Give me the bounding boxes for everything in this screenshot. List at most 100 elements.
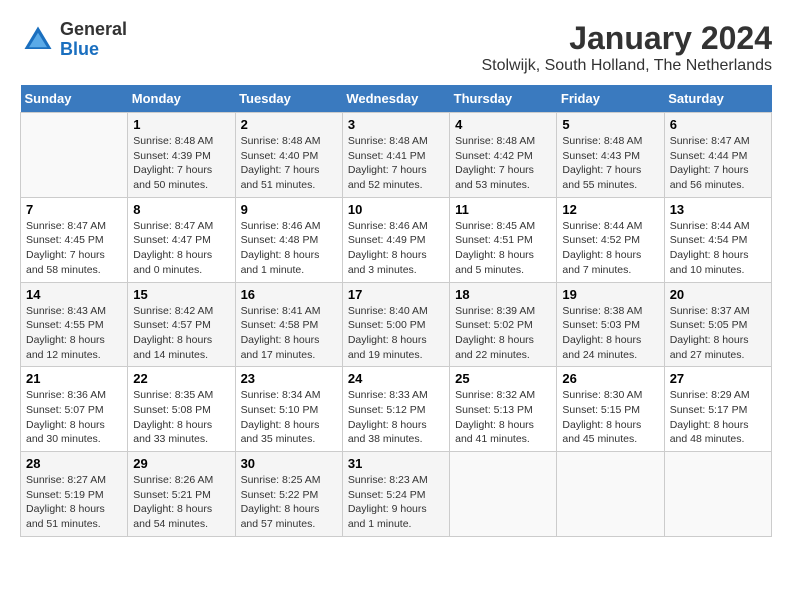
day-info: Sunrise: 8:48 AM Sunset: 4:42 PM Dayligh… <box>455 134 551 193</box>
day-number: 18 <box>455 287 551 302</box>
day-info: Sunrise: 8:25 AM Sunset: 5:22 PM Dayligh… <box>241 473 337 532</box>
day-info: Sunrise: 8:35 AM Sunset: 5:08 PM Dayligh… <box>133 388 229 447</box>
day-info: Sunrise: 8:33 AM Sunset: 5:12 PM Dayligh… <box>348 388 444 447</box>
cell-w5-d4: 31Sunrise: 8:23 AM Sunset: 5:24 PM Dayli… <box>342 452 449 537</box>
logo-icon <box>20 22 56 58</box>
day-number: 24 <box>348 371 444 386</box>
day-number: 29 <box>133 456 229 471</box>
cell-w1-d5: 4 Sunrise: 8:48 AM Sunset: 4:42 PM Daylig… <box>450 113 557 198</box>
day-number: 20 <box>670 287 766 302</box>
cell-w2-d2: 8 Sunrise: 8:47 AM Sunset: 4:47 PM Daylig… <box>128 197 235 282</box>
header-thursday: Thursday <box>450 85 557 113</box>
cell-w4-d7: 27 Sunrise: 8:29 AM Sunset: 5:17 PM Dayli… <box>664 367 771 452</box>
day-info: Sunrise: 8:41 AM Sunset: 4:58 PM Dayligh… <box>241 304 337 363</box>
day-number: 13 <box>670 202 766 217</box>
header-wednesday: Wednesday <box>342 85 449 113</box>
cell-w5-d3: 30 Sunrise: 8:25 AM Sunset: 5:22 PM Dayli… <box>235 452 342 537</box>
logo-blue-text: Blue <box>60 40 127 60</box>
day-info: Sunrise: 8:44 AM Sunset: 4:54 PM Dayligh… <box>670 219 766 278</box>
cell-w5-d5 <box>450 452 557 537</box>
cell-w2-d3: 9Sunrise: 8:46 AM Sunset: 4:48 PM Daylig… <box>235 197 342 282</box>
cell-w4-d4: 24 Sunrise: 8:33 AM Sunset: 5:12 PM Dayli… <box>342 367 449 452</box>
day-number: 26 <box>562 371 658 386</box>
cell-w1-d2: 1Sunrise: 8:48 AM Sunset: 4:39 PM Daylig… <box>128 113 235 198</box>
day-info: Sunrise: 8:47 AM Sunset: 4:44 PM Dayligh… <box>670 134 766 193</box>
day-info: Sunrise: 8:42 AM Sunset: 4:57 PM Dayligh… <box>133 304 229 363</box>
cell-w2-d5: 11Sunrise: 8:45 AM Sunset: 4:51 PM Dayli… <box>450 197 557 282</box>
day-info: Sunrise: 8:47 AM Sunset: 4:47 PM Dayligh… <box>133 219 229 278</box>
day-info: Sunrise: 8:34 AM Sunset: 5:10 PM Dayligh… <box>241 388 337 447</box>
day-number: 11 <box>455 202 551 217</box>
cell-w3-d2: 15 Sunrise: 8:42 AM Sunset: 4:57 PM Dayli… <box>128 282 235 367</box>
cell-w3-d4: 17 Sunrise: 8:40 AM Sunset: 5:00 PM Dayli… <box>342 282 449 367</box>
day-number: 12 <box>562 202 658 217</box>
day-number: 5 <box>562 117 658 132</box>
week-row-3: 14 Sunrise: 8:43 AM Sunset: 4:55 PM Dayli… <box>21 282 772 367</box>
day-info: Sunrise: 8:48 AM Sunset: 4:43 PM Dayligh… <box>562 134 658 193</box>
cell-w5-d1: 28Sunrise: 8:27 AM Sunset: 5:19 PM Dayli… <box>21 452 128 537</box>
cell-w2-d6: 12Sunrise: 8:44 AM Sunset: 4:52 PM Dayli… <box>557 197 664 282</box>
day-number: 23 <box>241 371 337 386</box>
cell-w5-d6 <box>557 452 664 537</box>
cell-w1-d3: 2Sunrise: 8:48 AM Sunset: 4:40 PM Daylig… <box>235 113 342 198</box>
day-info: Sunrise: 8:27 AM Sunset: 5:19 PM Dayligh… <box>26 473 122 532</box>
cell-w3-d3: 16 Sunrise: 8:41 AM Sunset: 4:58 PM Dayli… <box>235 282 342 367</box>
day-info: Sunrise: 8:29 AM Sunset: 5:17 PM Dayligh… <box>670 388 766 447</box>
calendar-body: 1Sunrise: 8:48 AM Sunset: 4:39 PM Daylig… <box>21 113 772 537</box>
day-info: Sunrise: 8:46 AM Sunset: 4:48 PM Dayligh… <box>241 219 337 278</box>
page-header: General Blue January 2024 Stolwijk, Sout… <box>20 20 772 75</box>
cell-w2-d4: 10 Sunrise: 8:46 AM Sunset: 4:49 PM Dayli… <box>342 197 449 282</box>
cell-w1-d1 <box>21 113 128 198</box>
header-monday: Monday <box>128 85 235 113</box>
day-info: Sunrise: 8:48 AM Sunset: 4:40 PM Dayligh… <box>241 134 337 193</box>
calendar-header: SundayMondayTuesdayWednesdayThursdayFrid… <box>21 85 772 113</box>
week-row-4: 21Sunrise: 8:36 AM Sunset: 5:07 PM Dayli… <box>21 367 772 452</box>
header-saturday: Saturday <box>664 85 771 113</box>
day-number: 17 <box>348 287 444 302</box>
cell-w1-d7: 6 Sunrise: 8:47 AM Sunset: 4:44 PM Daylig… <box>664 113 771 198</box>
day-info: Sunrise: 8:39 AM Sunset: 5:02 PM Dayligh… <box>455 304 551 363</box>
header-tuesday: Tuesday <box>235 85 342 113</box>
cell-w3-d7: 20 Sunrise: 8:37 AM Sunset: 5:05 PM Dayli… <box>664 282 771 367</box>
day-info: Sunrise: 8:26 AM Sunset: 5:21 PM Dayligh… <box>133 473 229 532</box>
header-sunday: Sunday <box>21 85 128 113</box>
day-number: 25 <box>455 371 551 386</box>
week-row-5: 28Sunrise: 8:27 AM Sunset: 5:19 PM Dayli… <box>21 452 772 537</box>
logo: General Blue <box>20 20 127 60</box>
page-subtitle: Stolwijk, South Holland, The Netherlands <box>481 57 772 75</box>
cell-w4-d3: 23 Sunrise: 8:34 AM Sunset: 5:10 PM Dayli… <box>235 367 342 452</box>
day-info: Sunrise: 8:37 AM Sunset: 5:05 PM Dayligh… <box>670 304 766 363</box>
day-number: 7 <box>26 202 122 217</box>
cell-w5-d7 <box>664 452 771 537</box>
cell-w3-d5: 18 Sunrise: 8:39 AM Sunset: 5:02 PM Dayli… <box>450 282 557 367</box>
day-info: Sunrise: 8:36 AM Sunset: 5:07 PM Dayligh… <box>26 388 122 447</box>
day-number: 3 <box>348 117 444 132</box>
week-row-1: 1Sunrise: 8:48 AM Sunset: 4:39 PM Daylig… <box>21 113 772 198</box>
cell-w4-d1: 21Sunrise: 8:36 AM Sunset: 5:07 PM Dayli… <box>21 367 128 452</box>
header-row: SundayMondayTuesdayWednesdayThursdayFrid… <box>21 85 772 113</box>
day-number: 14 <box>26 287 122 302</box>
cell-w4-d6: 26Sunrise: 8:30 AM Sunset: 5:15 PM Dayli… <box>557 367 664 452</box>
day-info: Sunrise: 8:43 AM Sunset: 4:55 PM Dayligh… <box>26 304 122 363</box>
day-number: 16 <box>241 287 337 302</box>
calendar-table: SundayMondayTuesdayWednesdayThursdayFrid… <box>20 85 772 537</box>
day-info: Sunrise: 8:48 AM Sunset: 4:41 PM Dayligh… <box>348 134 444 193</box>
cell-w4-d5: 25Sunrise: 8:32 AM Sunset: 5:13 PM Dayli… <box>450 367 557 452</box>
day-number: 4 <box>455 117 551 132</box>
day-number: 15 <box>133 287 229 302</box>
cell-w5-d2: 29 Sunrise: 8:26 AM Sunset: 5:21 PM Dayli… <box>128 452 235 537</box>
day-info: Sunrise: 8:47 AM Sunset: 4:45 PM Dayligh… <box>26 219 122 278</box>
day-number: 22 <box>133 371 229 386</box>
page-title: January 2024 <box>481 20 772 57</box>
day-number: 31 <box>348 456 444 471</box>
day-number: 30 <box>241 456 337 471</box>
day-info: Sunrise: 8:46 AM Sunset: 4:49 PM Dayligh… <box>348 219 444 278</box>
day-number: 27 <box>670 371 766 386</box>
day-number: 6 <box>670 117 766 132</box>
day-number: 8 <box>133 202 229 217</box>
day-info: Sunrise: 8:40 AM Sunset: 5:00 PM Dayligh… <box>348 304 444 363</box>
week-row-2: 7 Sunrise: 8:47 AM Sunset: 4:45 PM Daylig… <box>21 197 772 282</box>
day-number: 10 <box>348 202 444 217</box>
cell-w1-d6: 5 Sunrise: 8:48 AM Sunset: 4:43 PM Daylig… <box>557 113 664 198</box>
cell-w3-d6: 19Sunrise: 8:38 AM Sunset: 5:03 PM Dayli… <box>557 282 664 367</box>
